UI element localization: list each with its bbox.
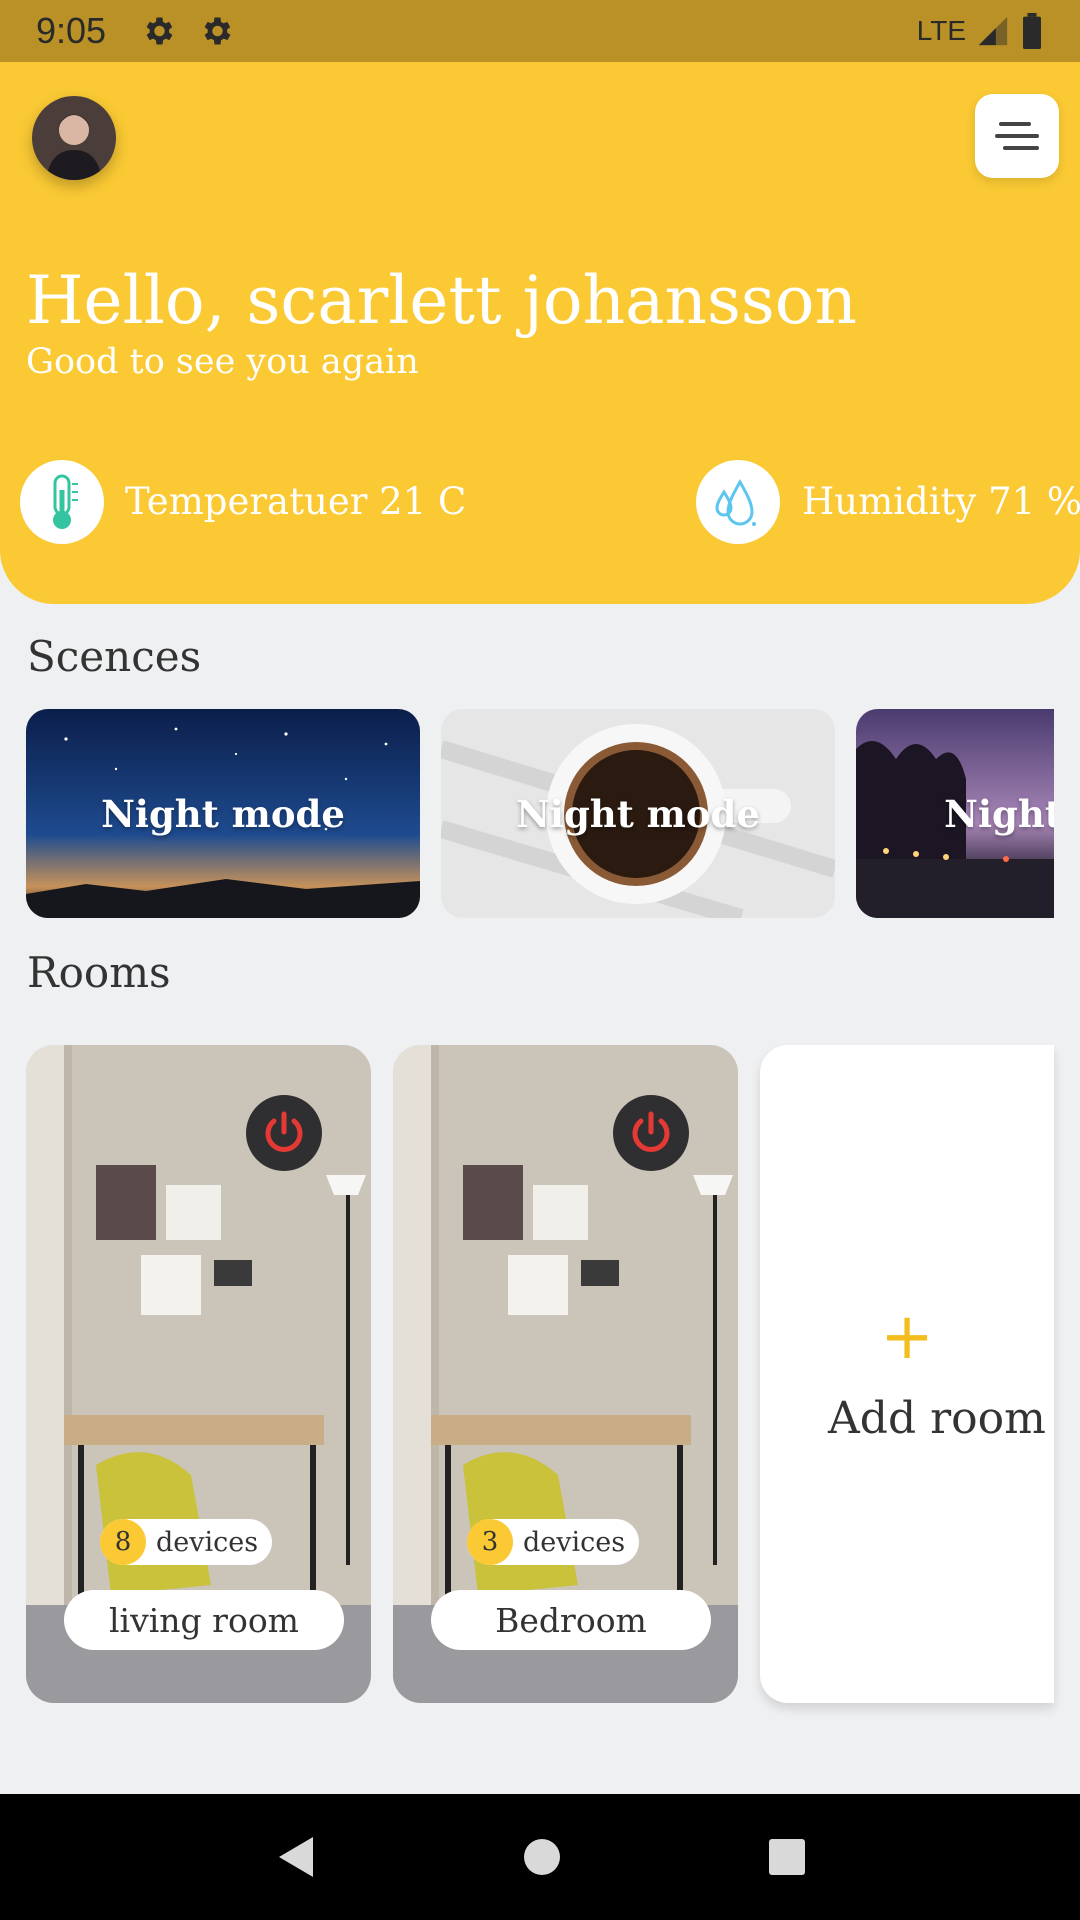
add-room-card[interactable]: + Add room [760, 1045, 1054, 1703]
navigation-bar [0, 1794, 1080, 1920]
network-type: LTE [916, 15, 966, 46]
greeting-subtitle: Good to see you again [26, 342, 419, 382]
scene-label: Night mode [516, 791, 760, 836]
temperature-text: Temperatuer 21 C [125, 480, 467, 523]
scene-card[interactable]: Night [856, 709, 1054, 918]
scene-card[interactable]: Night mode [441, 709, 835, 918]
scene-label: Night mode [101, 791, 345, 836]
device-count: 3 [467, 1519, 513, 1565]
thermometer-badge [20, 460, 104, 544]
scenes-title: Scences [27, 632, 202, 681]
power-button[interactable] [613, 1095, 689, 1171]
home-icon[interactable] [522, 1837, 562, 1877]
devices-label: devices [156, 1526, 259, 1558]
scene-label: Night [944, 791, 1054, 836]
plus-icon: + [880, 1300, 934, 1374]
scene-card[interactable]: Night mode [26, 709, 420, 918]
power-icon [632, 1111, 670, 1152]
power-icon [265, 1111, 303, 1152]
settings-icon [204, 17, 231, 45]
status-time: 9:05 [36, 10, 107, 51]
status-bar: 9:05 LTE [0, 0, 1080, 62]
menu-button[interactable] [975, 94, 1059, 178]
device-count: 8 [100, 1519, 146, 1565]
device-count-pill: 8 devices [100, 1519, 273, 1565]
signal-icon [978, 16, 1008, 46]
devices-label: devices [523, 1526, 626, 1558]
add-room-label: Add room [828, 1393, 1046, 1444]
humidity-text: Humidity 71 % [802, 480, 1080, 523]
humidity-badge [696, 460, 780, 544]
rooms-title: Rooms [27, 948, 171, 997]
recents-icon[interactable] [767, 1837, 807, 1877]
back-icon[interactable] [273, 1833, 317, 1881]
greeting-title: Hello, scarlett johansson [26, 262, 857, 339]
menu-icon [995, 122, 1039, 150]
room-card-living-room[interactable]: 8 devices living room [26, 1045, 371, 1703]
header: Hello, scarlett johansson Good to see yo… [0, 62, 1080, 604]
battery-icon [1023, 13, 1041, 49]
room-card-bedroom[interactable]: 3 devices Bedroom [393, 1045, 738, 1703]
power-button[interactable] [246, 1095, 322, 1171]
avatar[interactable] [32, 96, 116, 180]
thermometer-icon [53, 474, 78, 529]
settings-icon [146, 17, 173, 45]
device-count-pill: 3 devices [467, 1519, 640, 1565]
room-name: Bedroom [431, 1590, 711, 1650]
water-drop-icon [715, 478, 756, 526]
room-name: living room [64, 1590, 344, 1650]
